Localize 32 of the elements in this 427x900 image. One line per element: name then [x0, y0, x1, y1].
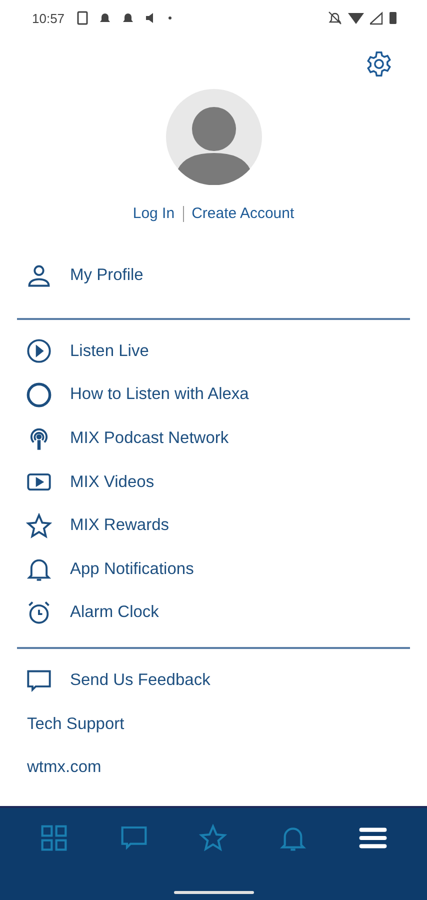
menu-item[interactable]: Tech Support: [0, 702, 427, 746]
menu-item[interactable]: Alarm Clock: [0, 591, 427, 635]
star-icon: [26, 512, 52, 539]
bell-icon: [122, 11, 134, 25]
menu-item[interactable]: My Profile: [0, 254, 427, 298]
account-link[interactable]: Create Account: [192, 205, 294, 222]
bell-off-icon: [328, 11, 342, 25]
account-link[interactable]: Log In: [132, 205, 175, 222]
settings-icon[interactable]: [365, 50, 393, 78]
status-time: 10:57: [32, 10, 65, 26]
ring-icon: [26, 382, 52, 408]
menu-item[interactable]: MIX Videos: [0, 460, 427, 504]
play-icon: [26, 338, 52, 364]
menu-item[interactable]: wtmx.com: [0, 746, 427, 790]
menu-item[interactable]: App Notifications: [0, 548, 427, 592]
wifi-icon: [348, 11, 364, 25]
menu-item[interactable]: MIX Podcast Network: [0, 416, 427, 460]
battery-icon: [389, 11, 397, 25]
phone-icon: [76, 11, 88, 25]
grid-icon: [40, 824, 68, 852]
bell-icon: [98, 11, 111, 25]
avatar-icon: [166, 89, 262, 185]
menu-item[interactable]: Listen Live: [0, 330, 427, 374]
alarm-clock-icon: [26, 600, 52, 626]
chat-icon: [26, 668, 52, 694]
star-icon: [199, 824, 228, 852]
person-icon: [26, 262, 52, 289]
menu-item[interactable]: MIX Rewards: [0, 504, 427, 548]
menu-item[interactable]: How to Listen with Alexa: [0, 373, 427, 417]
chat-icon: [120, 824, 148, 852]
signal-icon: [370, 11, 383, 25]
menu-item[interactable]: Send Us Feedback: [0, 658, 427, 702]
